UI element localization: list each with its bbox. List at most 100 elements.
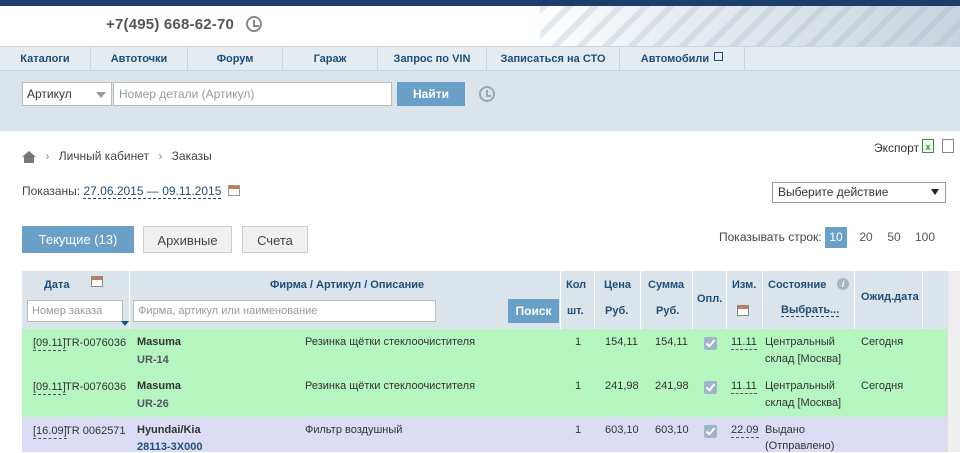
breadcrumb-account[interactable]: Личный кабинет [59, 149, 149, 163]
column-divider [854, 271, 855, 329]
row-article[interactable]: 28113-3X000 [137, 441, 202, 453]
row-qty: 1 [575, 380, 582, 392]
excel-export-icon[interactable]: x [922, 139, 934, 153]
row-status-location: склад [Москва] [765, 353, 842, 365]
row-changed-date[interactable]: 11.11 [731, 336, 757, 350]
action-select[interactable]: Выберите действие [772, 182, 946, 203]
column-divider [726, 271, 727, 329]
paid-checkbox [704, 337, 717, 350]
row-article[interactable]: UR-14 [137, 354, 169, 366]
breadcrumb-separator: › [45, 149, 50, 163]
status-filter-select[interactable]: Выбрать... [781, 304, 840, 317]
row-changed-date[interactable]: 11.11 [731, 380, 757, 394]
header-qty: Кол [566, 279, 587, 291]
row-price: 154,11 [605, 336, 638, 348]
rows-per-page-label: Показывать строк: [719, 230, 822, 244]
row-status: Выдано [765, 424, 805, 436]
tab-invoices[interactable]: Счета [242, 226, 308, 253]
nav-item-service-booking[interactable]: Записаться на СТО [487, 47, 620, 71]
row-sum: 154,11 [655, 336, 688, 348]
header-price: Цена [604, 279, 632, 291]
nav-item-cars[interactable]: Автомобили [620, 47, 745, 71]
tab-current[interactable]: Текущие (13) [22, 226, 134, 253]
row-price: 241,98 [605, 380, 639, 392]
nav-item-catalogs[interactable]: Каталоги [0, 47, 91, 71]
row-sum: 603,10 [655, 424, 689, 436]
table-scrollbar[interactable] [947, 271, 960, 452]
calendar-icon[interactable] [737, 305, 749, 316]
rows-option-20[interactable]: 20 [855, 227, 877, 248]
chevron-down-icon [96, 92, 106, 98]
info-icon[interactable]: i [837, 278, 849, 290]
row-order: TR 0062571 [65, 425, 126, 437]
nav-item-cars-label: Автомобили [640, 53, 710, 65]
paid-checkbox [704, 425, 717, 438]
row-status-note: (Отправлено) [765, 440, 835, 452]
header-qty-unit: шт. [567, 305, 584, 317]
paid-checkbox [704, 381, 717, 394]
search-type-value: Артикул [27, 87, 72, 101]
breadcrumb-separator: › [158, 149, 163, 163]
row-order: TR-0076036 [65, 381, 127, 393]
rows-option-10[interactable]: 10 [825, 227, 847, 248]
breadcrumb-orders: Заказы [171, 149, 212, 163]
row-article[interactable]: UR-26 [137, 398, 169, 410]
row-date[interactable]: [09.11] [33, 381, 66, 395]
site-header: +7(495) 668-62-70 [0, 0, 960, 46]
nav-item-vin-request[interactable]: Запрос по VIN [378, 47, 487, 71]
header-expected-date: Ожид.дата [861, 291, 919, 303]
document-export-icon[interactable] [942, 139, 954, 153]
phone-number: +7(495) 668-62-70 [106, 16, 235, 33]
header-sum: Сумма [648, 279, 685, 291]
period-filter: Показаны: 27.06.2015 — 09.11.2015 [22, 184, 240, 199]
row-price: 603,10 [605, 424, 639, 436]
search-bar: Артикул Найти [0, 71, 960, 131]
row-date[interactable]: [09.11] [33, 337, 66, 351]
row-description: Резинка щётки стеклоочистителя [305, 336, 476, 348]
nav-item-autopoints[interactable]: Автоточки [91, 47, 188, 71]
header-date[interactable]: Дата [44, 279, 69, 291]
tab-archive[interactable]: Архивные [143, 226, 232, 253]
period-range[interactable]: 27.06.2015 — 09.11.2015 [83, 184, 222, 199]
row-status-location: склад [Москва] [765, 397, 842, 409]
row-status: Центральный [765, 380, 835, 392]
breadcrumb: › Личный кабинет › Заказы [22, 149, 212, 163]
period-label: Показаны: [22, 184, 81, 198]
column-divider [922, 271, 923, 329]
home-icon[interactable] [22, 151, 36, 163]
calendar-icon[interactable] [91, 276, 103, 287]
table-search-button[interactable]: Поиск [508, 299, 559, 323]
rows-option-100[interactable]: 100 [912, 227, 938, 248]
nav-item-garage[interactable]: Гараж [283, 47, 378, 71]
row-brand: Hyundai/Kia [137, 424, 201, 436]
row-brand: Masuma [137, 336, 182, 348]
clock-icon [246, 16, 262, 32]
part-number-input[interactable] [113, 82, 392, 106]
header-banner-image [540, 6, 960, 46]
header-paid: Опл. [697, 293, 723, 305]
main-nav: Каталоги Автоточки Форум Гараж Запрос по… [0, 46, 960, 71]
sort-arrow-icon [121, 321, 129, 326]
row-description: Резинка щётки стеклоочистителя [305, 380, 476, 392]
row-order: TR-0076036 [65, 337, 127, 349]
nav-item-forum[interactable]: Форум [188, 47, 283, 71]
header-firm[interactable]: Фирма / Артикул / Описание [270, 279, 424, 291]
search-type-select[interactable]: Артикул [22, 82, 112, 106]
calendar-icon[interactable] [227, 185, 240, 196]
row-date[interactable]: [16.09] [33, 425, 67, 439]
column-divider [560, 271, 561, 329]
chevron-down-icon [931, 189, 939, 195]
column-divider [762, 271, 763, 329]
row-sum: 241,98 [655, 380, 689, 392]
search-history-icon[interactable] [479, 86, 495, 102]
header-price-unit: Руб. [605, 305, 629, 317]
firm-article-filter[interactable] [133, 300, 436, 322]
column-divider [594, 271, 595, 329]
column-divider [692, 271, 693, 329]
row-changed-date[interactable]: 22.09 [731, 424, 759, 438]
order-number-filter[interactable] [27, 300, 123, 322]
row-status: Центральный [765, 336, 835, 348]
column-divider [129, 271, 130, 329]
rows-option-50[interactable]: 50 [883, 227, 905, 248]
find-button[interactable]: Найти [397, 82, 465, 106]
